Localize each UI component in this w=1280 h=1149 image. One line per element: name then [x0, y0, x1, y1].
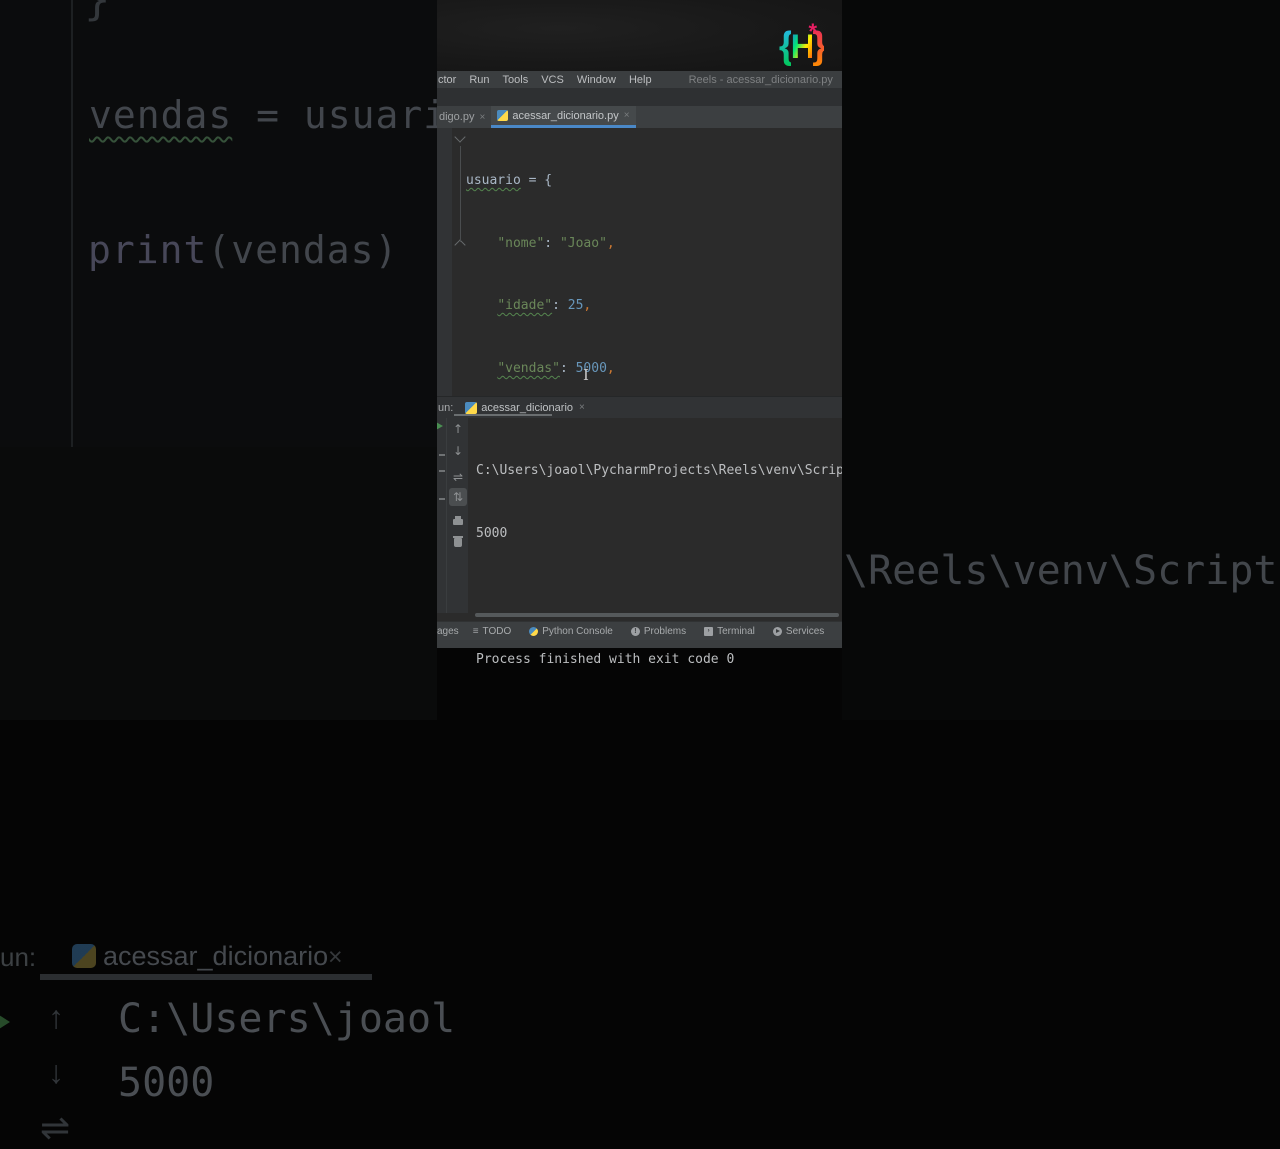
run-console[interactable]: ↑ ↓ ⇌ ⇅ C:\Users\joaol\PycharmProjects\R…	[437, 418, 842, 667]
background-gutter-line	[71, 0, 73, 447]
console-icon-strip: ↑ ↓ ⇌ ⇅	[446, 418, 468, 613]
tab-close-icon[interactable]: ×	[479, 112, 485, 123]
background-run-label: un:	[0, 942, 37, 972]
background-console-path-continued: \Reels\venv\Scripts	[844, 548, 1280, 594]
toolbar-icon-sliver	[439, 470, 445, 472]
toolwindow-python-console-label: Python Console	[542, 625, 613, 637]
toolwindow-todo[interactable]: ≡ TODO	[473, 626, 512, 637]
toolwindow-packages[interactable]: ages	[437, 626, 459, 637]
python-file-icon	[497, 110, 509, 121]
background-close-icon: ×	[328, 943, 343, 971]
background-run-panel-blur: un: acessar_dicionario × C:\Users\joaol …	[0, 447, 455, 1148]
toolwindow-services[interactable]: Services	[772, 625, 825, 637]
tab-acessar-dicionario[interactable]: acessar_dicionario.py ×	[491, 106, 636, 128]
python-file-icon	[465, 401, 478, 414]
toolwindow-problems[interactable]: ! Problems	[630, 625, 687, 637]
code-lines: usuario = { "nome": "Joao", "idade": 25,…	[437, 129, 842, 396]
logo-open-brace: {	[778, 25, 794, 67]
menu-item-window[interactable]: Window	[577, 74, 616, 86]
video-header: {H} *	[437, 0, 842, 71]
background-play-icon	[0, 1013, 10, 1031]
todo-list-icon: ≡	[472, 625, 479, 637]
background-tab-underline	[40, 974, 372, 980]
tab-acessar-dicionario-label: acessar_dicionario.py	[512, 109, 619, 122]
background-code-print-args: (vendas)	[207, 228, 399, 272]
toolwindow-terminal[interactable]: › Terminal	[704, 626, 755, 637]
tool-window-bar: ages ≡ TODO Python Console ! Problems › …	[437, 621, 842, 640]
background-code-line-print: print(vendas)	[88, 228, 398, 272]
background-code-brace: }	[84, 0, 111, 25]
clear-console-icon[interactable]	[453, 536, 463, 547]
run-toolbar-clipped	[437, 418, 446, 613]
window-title: Reels - acessar_dicionario.py	[688, 73, 833, 86]
code-line: "vendas": 5000,	[497, 360, 615, 376]
channel-logo: {H} *	[778, 19, 827, 70]
background-console-value: 5000	[118, 1060, 215, 1106]
python-console-icon	[529, 626, 539, 636]
background-code-vendas: vendas	[89, 93, 233, 137]
print-icon[interactable]	[453, 516, 463, 525]
background-console-path: C:\Users\joaol	[118, 996, 456, 1042]
up-stacktrace-icon[interactable]: ↑	[447, 422, 469, 436]
menu-item-help[interactable]: Help	[629, 74, 652, 86]
toolwindow-services-label: Services	[785, 625, 825, 637]
menu-item-refactor[interactable]: ctor	[438, 74, 456, 86]
toolwindow-terminal-label: Terminal	[717, 625, 755, 637]
services-icon	[772, 626, 782, 636]
code-line: usuario = {	[466, 172, 553, 188]
tab-close-icon[interactable]: ×	[624, 110, 630, 121]
menu-item-vcs[interactable]: VCS	[541, 74, 564, 86]
run-tab-underline	[454, 414, 552, 416]
background-code-line-vendas: vendas = usuari	[89, 93, 447, 137]
background-python-icon	[72, 944, 96, 968]
tab-codigo-label: digo.py	[439, 111, 475, 123]
scroll-to-end-icon[interactable]: ⇅	[447, 490, 469, 504]
status-bar-sliver	[437, 640, 842, 648]
toolbar-icon-sliver	[439, 454, 445, 456]
horizontal-scrollbar[interactable]	[475, 613, 839, 617]
pycharm-window: {H} * ctor Run Tools VCS Window Help Ree…	[437, 0, 842, 667]
toolwindow-problems-label: Problems	[643, 625, 687, 637]
softwrap-icon[interactable]: ⇌	[447, 470, 469, 484]
problems-icon: !	[630, 626, 640, 636]
toolwindow-python-console[interactable]: Python Console	[529, 626, 613, 637]
background-run-tab-label: acessar_dicionario	[103, 941, 329, 971]
console-line-exit: Process finished with exit code 0	[476, 652, 735, 667]
terminal-icon: ›	[704, 626, 714, 636]
run-label: un:	[438, 401, 454, 414]
background-right-blur: \Reels\venv\Scripts	[842, 0, 1280, 720]
mouse-ibeam-cursor: I	[583, 366, 589, 384]
background-softwrap-icon: ⇌	[40, 1107, 71, 1148]
run-tab-label: acessar_dicionario	[481, 401, 574, 414]
down-stacktrace-icon[interactable]: ↓	[447, 444, 469, 458]
menu-item-run[interactable]: Run	[469, 74, 489, 86]
code-line: "idade": 25,	[497, 298, 592, 314]
background-editor-blur: } vendas = usuari print(vendas)	[0, 0, 446, 447]
background-up-arrow-icon: ↑	[48, 999, 64, 1035]
code-line: "nome": "Joao",	[497, 235, 615, 251]
rerun-play-icon[interactable]	[437, 421, 443, 431]
toolwindow-packages-label: ages	[437, 625, 459, 637]
menu-item-tools[interactable]: Tools	[503, 74, 529, 86]
tab-codigo[interactable]: digo.py ×	[437, 106, 491, 128]
menu-bar: ctor Run Tools VCS Window Help Reels - a…	[437, 71, 842, 88]
code-editor[interactable]: usuario = { "nome": "Joao", "idade": 25,…	[437, 128, 842, 396]
console-output: C:\Users\joaol\PycharmProjects\Reels\ven…	[476, 418, 842, 712]
run-tab-close-icon[interactable]: ×	[579, 402, 585, 413]
logo-sparkle-icon: *	[808, 19, 816, 44]
background-down-arrow-icon: ↓	[48, 1054, 64, 1090]
console-line-path: C:\Users\joaol\PycharmProjects\Reels\ven…	[476, 463, 842, 478]
toolwindow-todo-label: TODO	[482, 625, 512, 637]
editor-tab-bar: digo.py × acessar_dicionario.py ×	[437, 106, 842, 128]
navigation-bar	[437, 88, 842, 106]
toolbar-icon-sliver	[439, 498, 445, 500]
background-code-usuari: = usuari	[232, 93, 448, 137]
console-line-result: 5000	[476, 526, 508, 541]
background-code-print: print	[88, 228, 208, 272]
